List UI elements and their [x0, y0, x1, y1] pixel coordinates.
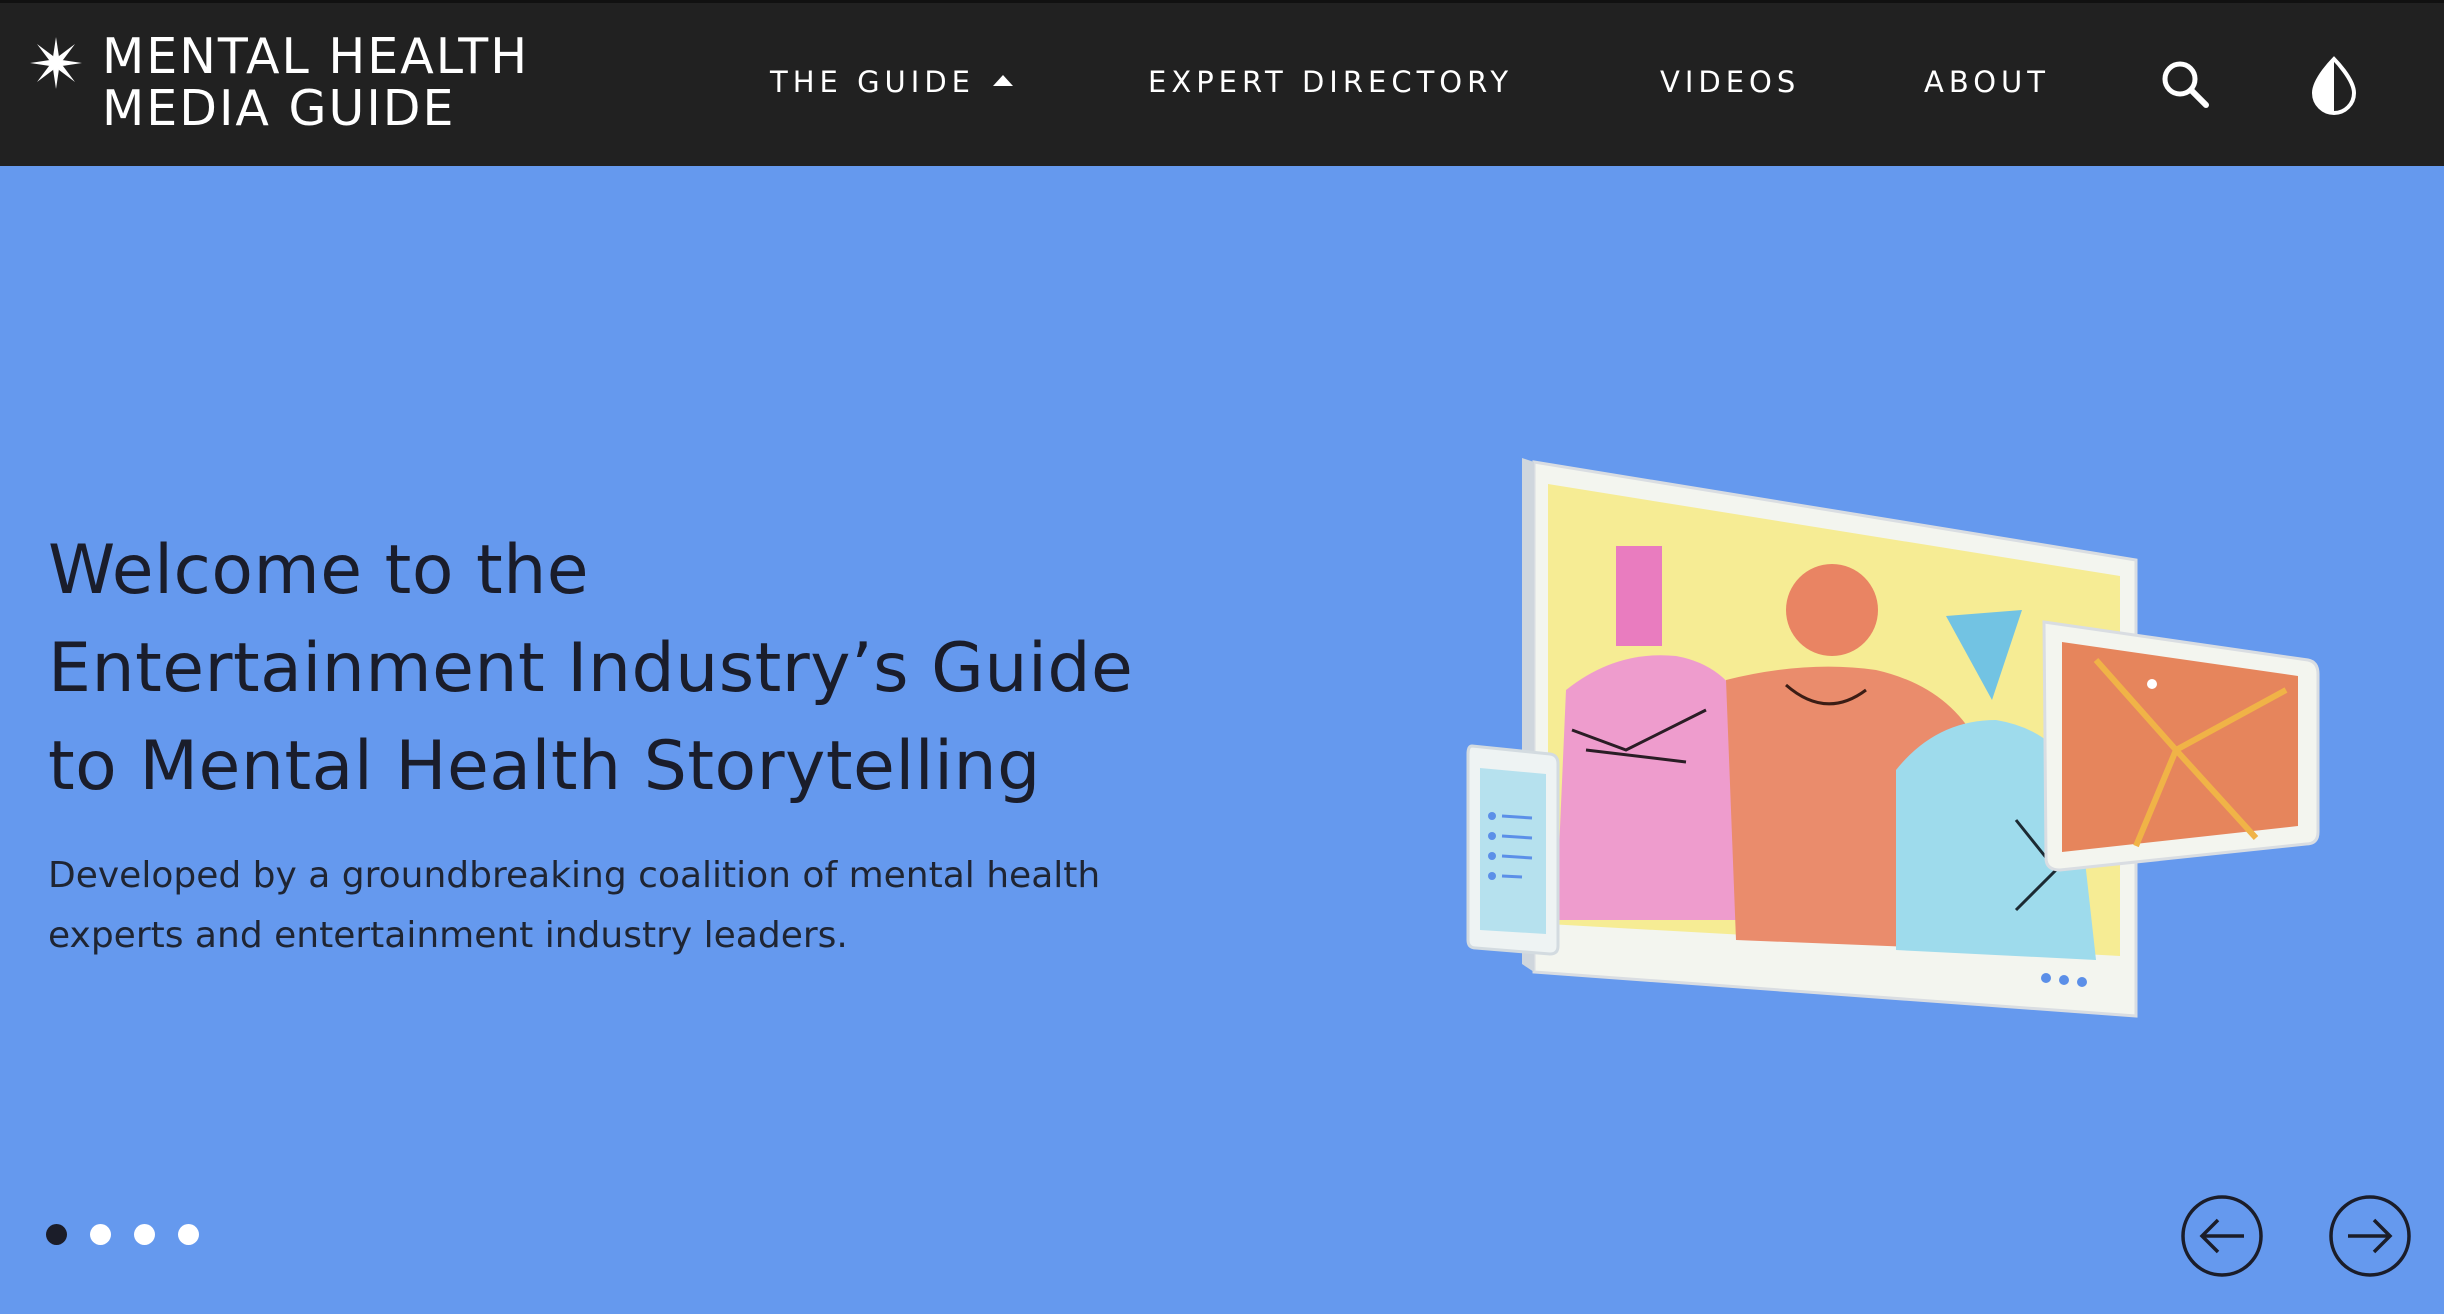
video-call-illustration [1466, 458, 2320, 1018]
nav-item-label: EXPERT DIRECTORY [1148, 65, 1514, 99]
nav-item-label: ABOUT [1924, 65, 2050, 99]
hero-title-line: Entertainment Industry’s Guide [48, 629, 1134, 708]
search-icon [2162, 61, 2209, 108]
main-nav: THE GUIDE EXPERT DIRECTORY VIDEOS ABOUT [0, 3, 2444, 163]
arrow-left-circle-icon [2181, 1195, 2263, 1277]
contrast-drop-icon [2311, 56, 2357, 115]
caret-up-icon [992, 74, 1013, 86]
carousel-dot[interactable] [178, 1224, 199, 1245]
hero-subtitle-line: Developed by a groundbreaking coalition … [48, 855, 1101, 896]
carousel-dot[interactable] [134, 1224, 155, 1245]
hero-title-line: to Mental Health Storytelling [48, 727, 1041, 806]
hero-subtitle-line: experts and entertainment industry leade… [48, 915, 848, 956]
nav-item-the-guide[interactable]: THE GUIDE [770, 65, 1013, 99]
contrast-toggle-button[interactable] [2304, 55, 2364, 115]
nav-item-expert-directory[interactable]: EXPERT DIRECTORY [1148, 65, 1513, 99]
nav-item-about[interactable]: ABOUT [1924, 65, 2050, 99]
carousel-prev-button[interactable] [2180, 1194, 2264, 1278]
nav-item-label: VIDEOS [1660, 65, 1801, 99]
search-button[interactable] [2156, 55, 2216, 115]
hero-title: Welcome to the Entertainment Industry’s … [48, 522, 1133, 816]
carousel-dot[interactable] [90, 1224, 111, 1245]
carousel-dot[interactable] [46, 1224, 67, 1245]
carousel-next-button[interactable] [2328, 1194, 2412, 1278]
carousel-dots [46, 1224, 199, 1245]
nav-item-label: THE GUIDE [770, 65, 975, 99]
top-navbar: MENTAL HEALTH MEDIA GUIDE THE GUIDE EXPE… [0, 0, 2444, 166]
hero-subtitle: Developed by a groundbreaking coalition … [48, 846, 1100, 966]
arrow-right-circle-icon [2329, 1195, 2411, 1277]
nav-item-videos[interactable]: VIDEOS [1660, 65, 1800, 99]
hero-title-line: Welcome to the [48, 531, 590, 610]
